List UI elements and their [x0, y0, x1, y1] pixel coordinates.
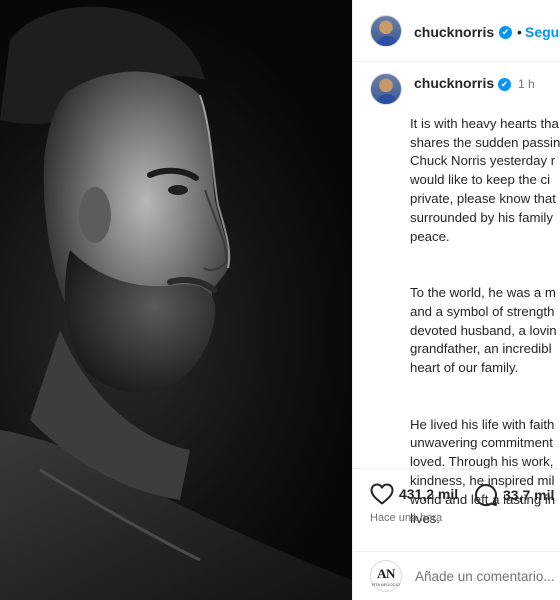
post-actions: 431,2 mil 33,7 mil Hace una hora AN RTA …	[353, 468, 560, 600]
caption-username[interactable]: chucknorris	[414, 75, 494, 91]
viewer-avatar-initials: AN	[377, 566, 395, 581]
comment-button[interactable]: 33,7 mil	[474, 483, 554, 507]
caption-paragraph: To the world, he was a m and a symbol of…	[410, 284, 557, 376]
heart-icon[interactable]	[370, 483, 394, 505]
caption-paragraph: It is with heavy hearts tha shares the s…	[410, 115, 560, 244]
separator-dot: •	[517, 24, 522, 40]
portrait-image	[0, 6, 352, 600]
post-photo[interactable]	[0, 0, 352, 600]
post-time-ago[interactable]: Hace una hora	[370, 512, 442, 524]
likes-count[interactable]: 431,2 mil	[399, 486, 458, 502]
caption-verified-badge-icon: ✔	[498, 78, 511, 91]
post-header: chucknorris ✔ • Seguin	[353, 0, 560, 62]
author-username[interactable]: chucknorris	[414, 24, 494, 40]
viewer-avatar-subtext: RTA NEGOCIO	[372, 582, 400, 587]
post-sidebar: chucknorris ✔ • Seguin chucknorris ✔ 1 h…	[352, 0, 560, 600]
like-button[interactable]: 431,2 mil	[370, 483, 458, 505]
comment-input[interactable]: Añade un comentario...	[415, 569, 555, 584]
comment-composer: AN RTA NEGOCIO Añade un comentario...	[353, 551, 560, 600]
caption-timestamp[interactable]: 1 h	[518, 77, 535, 91]
viewer-avatar: AN RTA NEGOCIO	[370, 560, 402, 592]
author-avatar[interactable]	[370, 15, 402, 47]
verified-badge-icon: ✔	[499, 26, 512, 39]
comments-count[interactable]: 33,7 mil	[503, 487, 554, 503]
follow-button[interactable]: Seguin	[525, 24, 560, 40]
caption-author-avatar[interactable]	[370, 73, 402, 105]
comment-icon[interactable]	[474, 483, 498, 507]
